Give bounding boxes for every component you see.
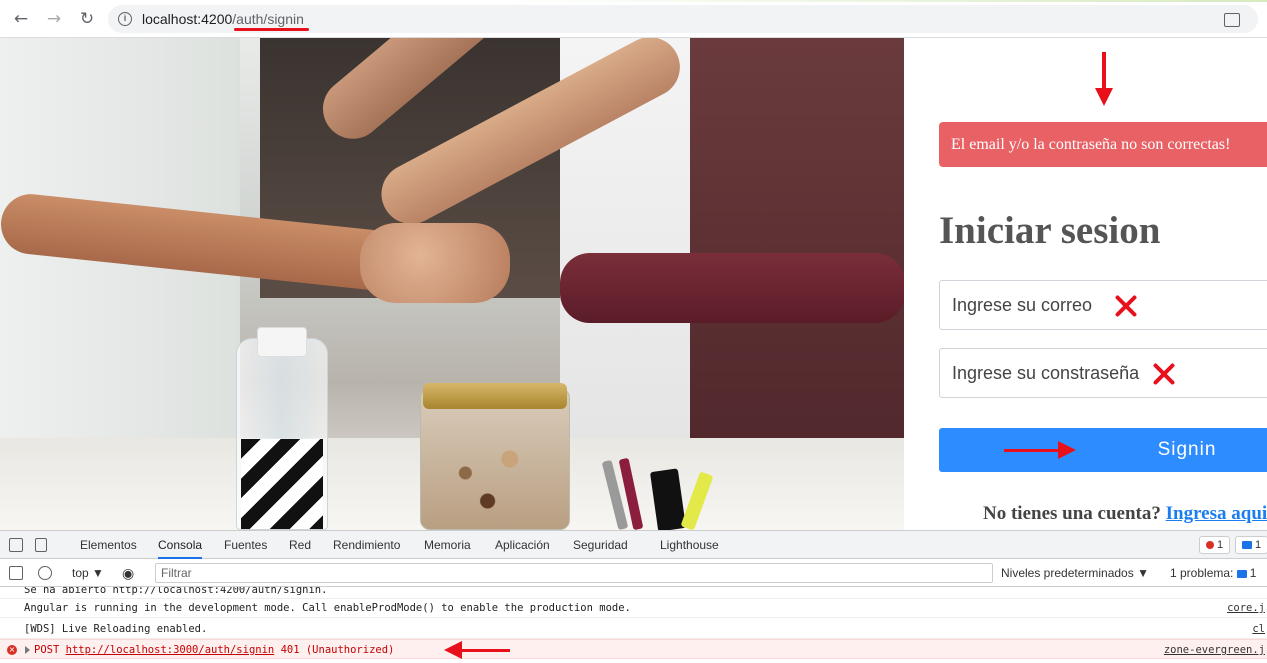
signup-prompt: No tienes una cuenta? Ingresa aqui [983, 503, 1267, 525]
page-content: El email y/o la contraseña no son correc… [0, 38, 1267, 530]
password-placeholder: Ingrese su constraseña [952, 363, 1140, 383]
console-error-message: × POST http://localhost:3000/auth/signin… [0, 639, 1267, 659]
console-text: Angular is running in the development mo… [24, 602, 631, 614]
http-status: 401 (Unauthorized) [280, 644, 395, 656]
highlighter [680, 471, 714, 530]
console-source-link[interactable]: zone-evergreen.j [1164, 640, 1265, 660]
bottle-cap [257, 327, 307, 357]
tab-fuentes[interactable]: Fuentes [224, 531, 267, 559]
sidebar-toggle-icon[interactable] [9, 566, 23, 580]
message-icon [1242, 541, 1252, 549]
url-path: /auth/signin [232, 11, 304, 27]
email-field[interactable]: Ingrese su correo [939, 280, 1267, 330]
login-panel: El email y/o la contraseña no son correc… [904, 38, 1267, 530]
bottle-label [241, 439, 323, 529]
console-source-link[interactable]: cl [1252, 619, 1265, 639]
annotation-x-icon [1150, 360, 1178, 388]
back-arrow-icon[interactable]: ← [10, 8, 32, 30]
browser-toolbar: ← → ↻ i localhost:4200/auth/signin [0, 0, 1267, 38]
error-icon: × [7, 645, 17, 655]
url-annotation-underline [234, 28, 309, 31]
tab-consola[interactable]: Consola [158, 531, 203, 559]
http-method: POST [34, 644, 60, 656]
messages-badge[interactable]: 1 [1235, 536, 1267, 554]
toolbar-accent-line [0, 0, 1267, 2]
tab-elementos[interactable]: Elementos [80, 531, 137, 559]
devtools-panel: Elementos Consola Fuentes Red Rendimient… [0, 530, 1267, 663]
error-dot-icon [1206, 541, 1214, 549]
log-levels-dropdown[interactable]: Niveles predeterminados ▼ [1001, 559, 1149, 587]
errors-count: 1 [1217, 539, 1224, 551]
reload-icon[interactable]: ↻ [76, 8, 98, 30]
eye-icon[interactable]: ◉ [122, 559, 134, 587]
signup-link[interactable]: Ingresa aqui [1166, 503, 1267, 524]
photo-pens [601, 457, 730, 530]
tab-red[interactable]: Red [289, 531, 311, 559]
url-host: localhost:4200 [142, 11, 233, 27]
errors-badge[interactable]: 1 [1199, 536, 1231, 554]
issues-count: 1 [1249, 566, 1257, 580]
signup-question: No tienes una cuenta? [983, 503, 1161, 524]
request-url-link[interactable]: http://localhost:3000/auth/signin [66, 644, 275, 656]
tab-seguridad[interactable]: Seguridad [573, 531, 628, 559]
annotation-arrow-down [1095, 52, 1113, 106]
device-toolbar-icon[interactable] [35, 538, 47, 552]
console-filterbar: top ▼ ◉ Filtrar Niveles predeterminados … [0, 559, 1267, 587]
teamwork-photo [0, 38, 904, 530]
issues-icon [1236, 570, 1247, 578]
console-filter-input[interactable]: Filtrar [155, 563, 993, 583]
expand-triangle-icon[interactable] [25, 646, 30, 654]
info-icon[interactable]: i [118, 12, 132, 26]
photo-arm [560, 253, 904, 323]
tab-memoria[interactable]: Memoria [424, 531, 471, 559]
tab-lighthouse[interactable]: Lighthouse [660, 531, 719, 559]
console-message: Angular is running in the development mo… [0, 598, 1267, 618]
annotation-arrow-right [1004, 441, 1076, 459]
photo-nut-jar [420, 383, 570, 530]
forward-arrow-icon[interactable]: → [43, 8, 65, 30]
share-icon[interactable] [1224, 13, 1240, 27]
annotation-arrow-left [444, 641, 510, 659]
photo-water-bottle [236, 327, 328, 530]
context-selector[interactable]: top ▼ [72, 559, 104, 587]
password-field[interactable]: Ingrese su constraseña [939, 348, 1267, 398]
inspect-element-icon[interactable] [9, 538, 23, 552]
console-error-text: POST http://localhost:3000/auth/signin 4… [34, 640, 394, 660]
issues-label: 1 problema: [1170, 566, 1234, 580]
issues-link[interactable]: 1 problema: 1 [1170, 559, 1256, 587]
jar-lid [423, 383, 567, 409]
error-alert: El email y/o la contraseña no son correc… [939, 122, 1267, 167]
clear-console-icon[interactable] [38, 566, 52, 580]
annotation-x-icon [1112, 292, 1140, 320]
console-text: [WDS] Live Reloading enabled. [24, 623, 208, 635]
email-placeholder: Ingrese su correo [952, 295, 1093, 315]
page-title: Iniciar sesion [939, 209, 1161, 252]
console-text: Se ha abierto http://localhost:4200/auth… [24, 587, 328, 596]
console-message: [WDS] Live Reloading enabled. cl [0, 619, 1267, 639]
messages-count: 1 [1255, 539, 1262, 551]
devtools-tabbar: Elementos Consola Fuentes Red Rendimient… [0, 531, 1267, 559]
photo-fists [360, 223, 510, 303]
tab-aplicacion[interactable]: Aplicación [495, 531, 550, 559]
signin-button[interactable]: Signin [939, 428, 1267, 472]
console-source-link[interactable]: core.j [1227, 598, 1265, 618]
url-text[interactable]: localhost:4200/auth/signin [142, 11, 304, 27]
marker [649, 468, 687, 530]
tab-rendimiento[interactable]: Rendimiento [333, 531, 400, 559]
